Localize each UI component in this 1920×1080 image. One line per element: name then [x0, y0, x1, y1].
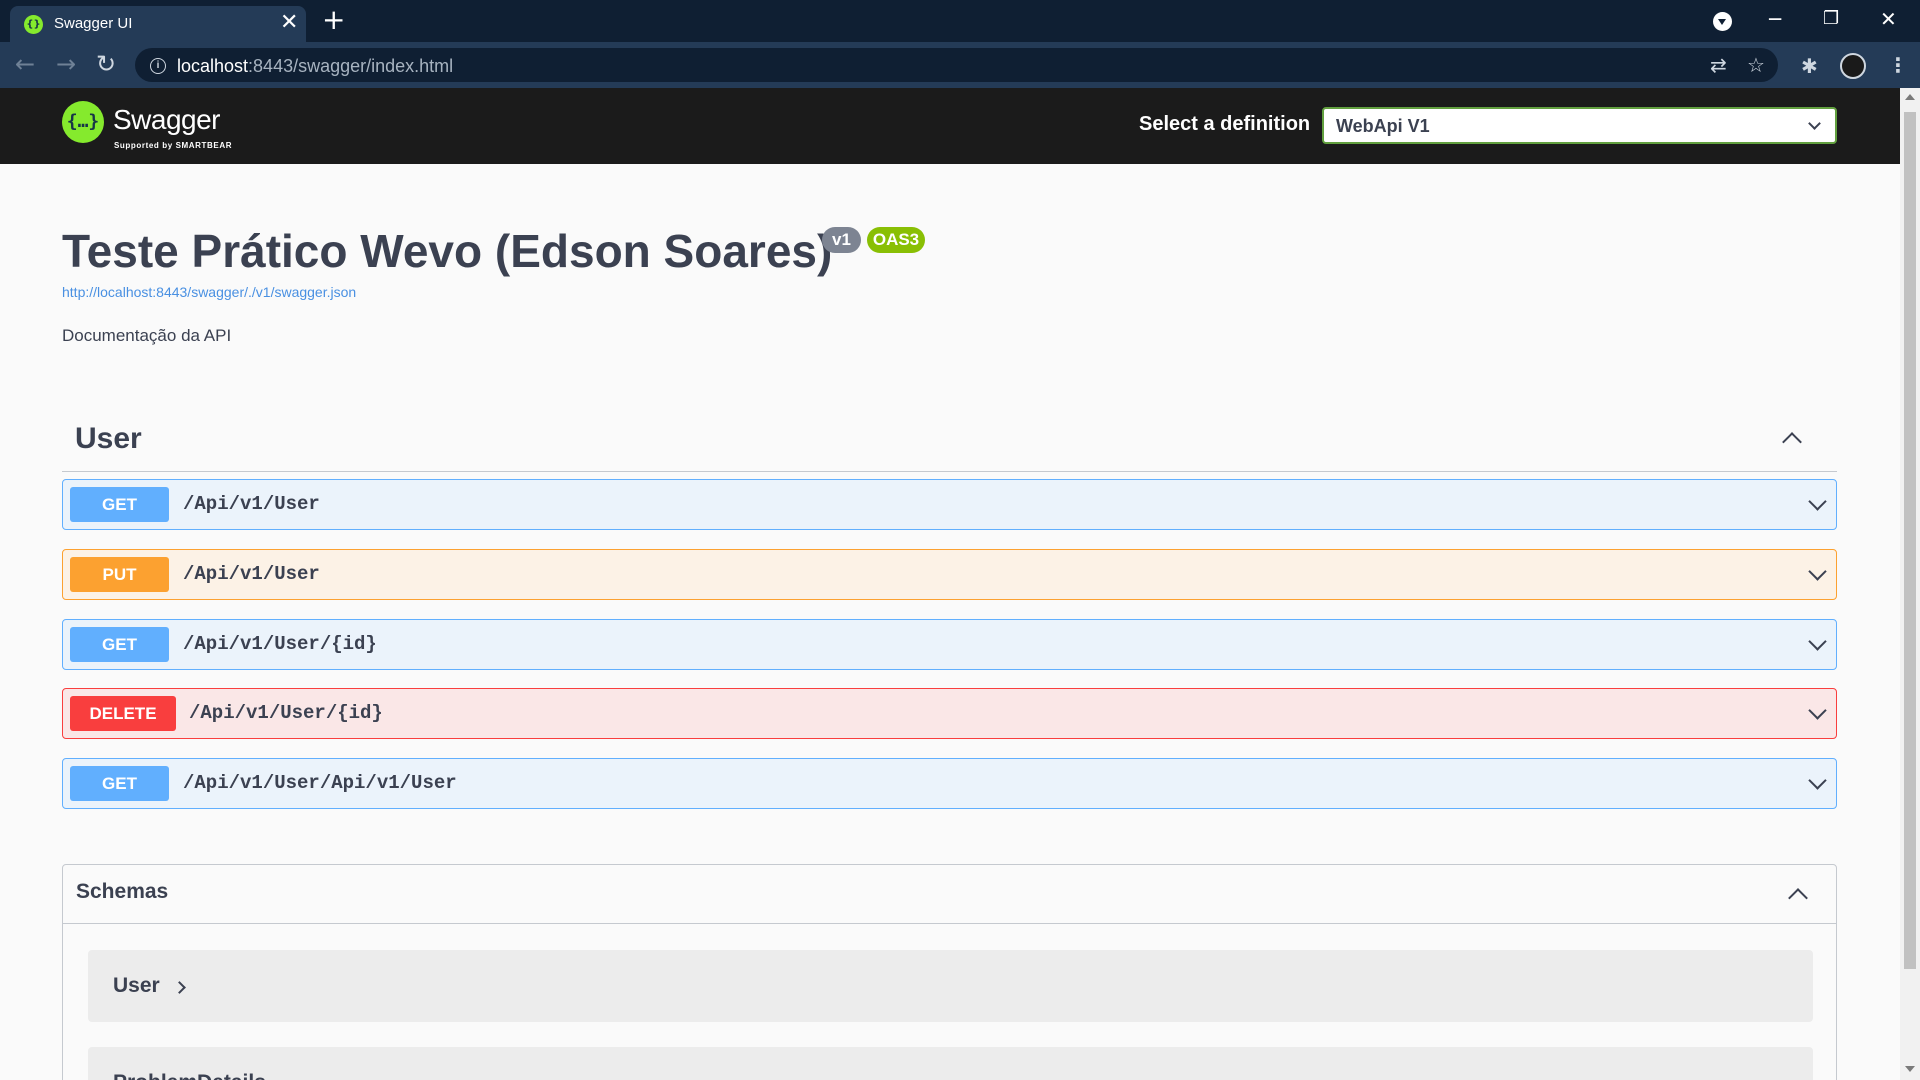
tab-title: Swagger UI: [54, 15, 133, 32]
api-description: Documentação da API: [62, 326, 232, 345]
browser-tab[interactable]: {} Swagger UI ✕: [10, 6, 306, 42]
swagger-logo-subtitle: Supported by SMARTBEAR: [114, 141, 233, 150]
operation-put-user[interactable]: PUT /Api/v1/User: [62, 549, 1837, 600]
address-bar[interactable]: i localhost:8443/swagger/index.html ⇄ ☆: [135, 48, 1778, 82]
tag-divider: [62, 471, 1837, 472]
site-info-icon[interactable]: i: [150, 58, 166, 74]
oas-badge: OAS3: [867, 227, 925, 253]
swagger-favicon-icon: {}: [24, 15, 43, 34]
swagger-topbar: {…} Swagger Supported by SMARTBEAR Selec…: [0, 88, 1900, 164]
swagger-logo-text[interactable]: Swagger: [113, 104, 221, 136]
schemas-collapse-icon[interactable]: [1788, 888, 1808, 908]
model-user[interactable]: User: [88, 950, 1813, 1022]
reload-icon[interactable]: ↻: [96, 50, 116, 78]
forward-icon[interactable]: →: [56, 50, 76, 78]
expand-chevron-icon[interactable]: [1808, 771, 1827, 790]
url-path: :8443/swagger/index.html: [248, 56, 454, 76]
browser-tab-bar: {} Swagger UI ✕ + ─ ❐ ✕: [0, 0, 1920, 42]
definition-label: Select a definition: [1139, 113, 1311, 135]
operation-get-user-nested[interactable]: GET /Api/v1/User/Api/v1/User: [62, 758, 1837, 809]
page-scrollbar[interactable]: [1900, 88, 1920, 1080]
operation-path: /Api/v1/User: [183, 493, 320, 515]
operation-path: /Api/v1/User: [183, 563, 320, 585]
tag-collapse-icon[interactable]: [1782, 432, 1802, 452]
model-problem-details[interactable]: ProblemDetails: [88, 1047, 1813, 1080]
browser-menu-icon[interactable]: ⋮: [1888, 52, 1908, 78]
back-icon[interactable]: ←: [15, 50, 35, 78]
chevron-right-icon: [173, 981, 186, 994]
method-badge: DELETE: [70, 696, 176, 731]
api-title: Teste Prático Wevo (Edson Soares): [62, 225, 833, 277]
operation-get-user[interactable]: GET /Api/v1/User: [62, 479, 1837, 530]
operation-path: /Api/v1/User/{id}: [183, 633, 377, 655]
spec-url-link[interactable]: http://localhost:8443/swagger/./v1/swagg…: [62, 284, 356, 300]
schemas-section: Schemas User ProblemDetails: [62, 864, 1837, 1080]
window-close-button[interactable]: ✕: [1880, 8, 1897, 30]
expand-chevron-icon[interactable]: [1808, 632, 1827, 651]
method-badge: GET: [70, 766, 169, 801]
expand-chevron-icon[interactable]: [1808, 492, 1827, 511]
tag-title[interactable]: User: [75, 422, 142, 456]
tab-search-icon[interactable]: [1713, 12, 1732, 31]
expand-chevron-icon[interactable]: [1808, 701, 1827, 720]
restore-button[interactable]: ❐: [1823, 8, 1839, 30]
tab-close-icon[interactable]: ✕: [280, 12, 298, 34]
model-name: User: [113, 974, 160, 997]
minimize-button[interactable]: ─: [1769, 8, 1781, 30]
model-name: ProblemDetails: [113, 1071, 266, 1080]
scrollbar-thumb[interactable]: [1904, 112, 1916, 969]
translate-icon[interactable]: ⇄: [1710, 54, 1727, 76]
profile-avatar[interactable]: [1840, 53, 1866, 79]
scroll-down-arrow-icon[interactable]: [1905, 1066, 1915, 1072]
schemas-divider: [63, 923, 1836, 924]
operation-get-user-by-id[interactable]: GET /Api/v1/User/{id}: [62, 619, 1837, 670]
schemas-title[interactable]: Schemas: [76, 880, 168, 904]
swagger-logo-icon[interactable]: {…}: [62, 101, 104, 143]
chevron-down-icon: [1808, 117, 1821, 130]
url-host: localhost: [177, 56, 249, 76]
operation-path: /Api/v1/User/Api/v1/User: [183, 772, 457, 794]
expand-chevron-icon[interactable]: [1808, 562, 1827, 581]
method-badge: PUT: [70, 557, 169, 592]
version-badge: v1: [822, 227, 861, 253]
screen: {} Swagger UI ✕ + ─ ❐ ✕ ← → ↻ i localhos…: [0, 0, 1920, 1080]
method-badge: GET: [70, 487, 169, 522]
operation-delete-user-by-id[interactable]: DELETE /Api/v1/User/{id}: [62, 688, 1837, 739]
url-text: localhost:8443/swagger/index.html: [177, 56, 453, 77]
definition-value: WebApi V1: [1336, 116, 1430, 136]
method-badge: GET: [70, 627, 169, 662]
new-tab-button[interactable]: +: [322, 6, 345, 34]
definition-select[interactable]: WebApi V1: [1322, 107, 1837, 144]
scroll-up-arrow-icon[interactable]: [1905, 94, 1915, 100]
bookmark-star-icon[interactable]: ☆: [1747, 54, 1765, 76]
operation-path: /Api/v1/User/{id}: [189, 702, 383, 724]
browser-toolbar: ← → ↻ i localhost:8443/swagger/index.htm…: [0, 42, 1920, 88]
extensions-icon[interactable]: ✱: [1801, 56, 1818, 76]
